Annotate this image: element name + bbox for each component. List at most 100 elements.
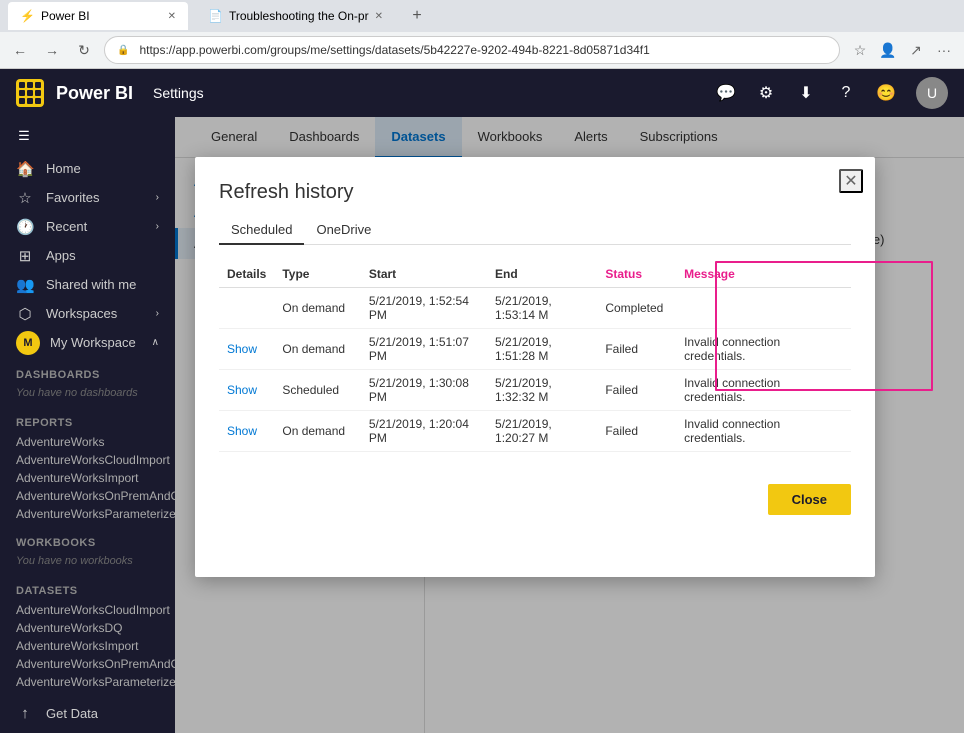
chat-icon-button[interactable]: 💬: [708, 75, 744, 111]
row4-type: On demand: [274, 411, 360, 452]
browser-back-button[interactable]: ←: [8, 38, 32, 62]
logo-dot: [35, 98, 41, 104]
browser-tab-active[interactable]: ⚡ Power BI ✕: [8, 2, 188, 30]
row2-end: 5/21/2019, 1:51:28 M: [487, 329, 597, 370]
sidebar-report-adventureworks-param[interactable]: AdventureWorksParameterize...: [16, 505, 159, 523]
sidebar-apps-label: Apps: [46, 248, 159, 263]
powerbi-tab-title: Power BI: [41, 9, 90, 23]
logo-dots: [19, 82, 41, 104]
browser-action-buttons: ☆ 👤 ↗ ···: [848, 38, 956, 62]
my-workspace-icon: M: [16, 331, 40, 355]
row2-message: Invalid connection credentials.: [676, 329, 851, 370]
row1-start: 5/21/2019, 1:52:54 PM: [361, 288, 487, 329]
sidebar-report-adventureworks[interactable]: AdventureWorks: [16, 433, 159, 451]
sidebar-dataset-onprem[interactable]: AdventureWorksOnPremAndC...: [16, 655, 159, 673]
refresh-history-table: Details Type Start End Status Message: [219, 261, 851, 452]
logo-dot: [27, 98, 33, 104]
settings-icon-button[interactable]: ⚙: [748, 75, 784, 111]
row2-show-link[interactable]: Show: [227, 342, 257, 356]
col-header-message: Message: [676, 261, 851, 288]
table-row: Show On demand 5/21/2019, 1:51:07 PM 5/2…: [219, 329, 851, 370]
download-icon-button[interactable]: ⬇: [788, 75, 824, 111]
sidebar-item-getdata[interactable]: ↑ Get Data: [0, 693, 175, 733]
sidebar-report-adventureworks-cloudimport[interactable]: AdventureWorksCloudImport: [16, 451, 159, 469]
browser-profile-button[interactable]: 👤: [876, 38, 900, 62]
header-icons: 💬 ⚙ ⬇ ? 😊: [708, 75, 904, 111]
modal-tab-onedrive[interactable]: OneDrive: [304, 216, 383, 245]
modal-title: Refresh history: [219, 181, 851, 204]
sidebar-workspaces-label: Workspaces: [46, 306, 144, 321]
sidebar-item-workspaces[interactable]: ⬡ Workspaces ›: [0, 299, 175, 328]
table-row: Show Scheduled 5/21/2019, 1:30:08 PM 5/2…: [219, 370, 851, 411]
browser-tab-inactive[interactable]: 📄 Troubleshooting the On-pr ✕: [196, 2, 395, 30]
user-avatar[interactable]: U: [916, 77, 948, 109]
modal-overlay[interactable]: ✕ Refresh history Scheduled OneDrive Det…: [175, 117, 964, 733]
sidebar-recent-label: Recent: [46, 219, 144, 234]
datasets-section-title: DATASETS: [16, 581, 159, 601]
workspaces-icon: ⬡: [16, 305, 34, 323]
browser-bookmark-button[interactable]: ☆: [848, 38, 872, 62]
sidebar-dataset-param[interactable]: AdventureWorksParameterize...: [16, 673, 159, 691]
browser-share-button[interactable]: ↗: [904, 38, 928, 62]
col-header-details: Details: [219, 261, 274, 288]
logo-dot: [35, 90, 41, 96]
row1-message: [676, 288, 851, 329]
chevron-right-icon: ›: [156, 192, 159, 203]
reports-section-title: REPORTS: [16, 413, 159, 433]
row4-show-link[interactable]: Show: [227, 424, 257, 438]
browser-forward-button[interactable]: →: [40, 38, 64, 62]
sidebar-dataset-dq[interactable]: AdventureWorksDQ: [16, 619, 159, 637]
browser-tab2-close-icon[interactable]: ✕: [375, 11, 383, 22]
sidebar-item-apps[interactable]: ⊞ Apps: [0, 241, 175, 270]
logo-dot: [19, 90, 25, 96]
dashboards-section: DASHBOARDS You have no dashboards: [0, 357, 175, 405]
sidebar-bottom: ↑ Get Data: [0, 693, 175, 733]
favorites-icon: ☆: [16, 189, 34, 207]
col-header-type: Type: [274, 261, 360, 288]
help-icon-button[interactable]: ?: [828, 75, 864, 111]
chevron-right-icon: ›: [156, 308, 159, 319]
sidebar-getdata-label: Get Data: [46, 706, 159, 721]
new-tab-button[interactable]: +: [403, 2, 431, 30]
browser-refresh-button[interactable]: ↻: [72, 38, 96, 62]
modal-tab-scheduled[interactable]: Scheduled: [219, 216, 304, 245]
row4-message: Invalid connection credentials.: [676, 411, 851, 452]
dashboards-section-title: DASHBOARDS: [16, 365, 159, 385]
row3-show-link[interactable]: Show: [227, 383, 257, 397]
modal-tabs: Scheduled OneDrive: [219, 216, 851, 245]
sidebar-report-adventureworks-import[interactable]: AdventureWorksImport: [16, 469, 159, 487]
row3-type: Scheduled: [274, 370, 360, 411]
browser-tab-close-icon[interactable]: ✕: [168, 11, 176, 22]
row3-start: 5/21/2019, 1:30:08 PM: [361, 370, 487, 411]
sidebar-item-favorites[interactable]: ☆ Favorites ›: [0, 183, 175, 212]
sidebar-dataset-import[interactable]: AdventureWorksImport: [16, 637, 159, 655]
sidebar-item-home[interactable]: 🏠 Home: [0, 154, 175, 183]
sidebar-menu-button[interactable]: ☰: [4, 121, 44, 150]
feedback-icon-button[interactable]: 😊: [868, 75, 904, 111]
row4-details: Show: [219, 411, 274, 452]
sidebar-report-adventureworks-onprem[interactable]: AdventureWorksOnPremAndC...: [16, 487, 159, 505]
sidebar-dataset-cloudimport[interactable]: AdventureWorksCloudImport: [16, 601, 159, 619]
hamburger-icon: ☰: [18, 128, 30, 144]
row1-details: [219, 288, 274, 329]
sidebar-item-recent[interactable]: 🕐 Recent ›: [0, 212, 175, 241]
app-subtitle: Settings: [153, 85, 204, 101]
logo-dot: [27, 82, 33, 88]
modal-close-footer-button[interactable]: Close: [768, 484, 851, 515]
browser-more-button[interactable]: ···: [932, 38, 956, 62]
row4-status: Failed: [597, 411, 676, 452]
browser-address-bar[interactable]: 🔒 https://app.powerbi.com/groups/me/sett…: [104, 36, 840, 64]
getdata-icon: ↑: [16, 705, 34, 722]
refresh-history-modal: ✕ Refresh history Scheduled OneDrive Det…: [195, 157, 875, 577]
sidebar-my-workspace[interactable]: M My Workspace ∧: [0, 328, 175, 357]
browser-url: https://app.powerbi.com/groups/me/settin…: [139, 43, 649, 57]
sidebar-favorites-label: Favorites: [46, 190, 144, 205]
sidebar-item-shared[interactable]: 👥 Shared with me: [0, 270, 175, 299]
browser-title-bar: ⚡ Power BI ✕ 📄 Troubleshooting the On-pr…: [0, 0, 964, 32]
modal-close-button[interactable]: ✕: [839, 169, 863, 193]
app-header: Power BI Settings 💬 ⚙ ⬇ ? 😊 U: [0, 69, 964, 117]
powerbi-logo: [16, 79, 44, 107]
sidebar-shared-label: Shared with me: [46, 277, 159, 292]
row3-message: Invalid connection credentials.: [676, 370, 851, 411]
table-row: On demand 5/21/2019, 1:52:54 PM 5/21/201…: [219, 288, 851, 329]
